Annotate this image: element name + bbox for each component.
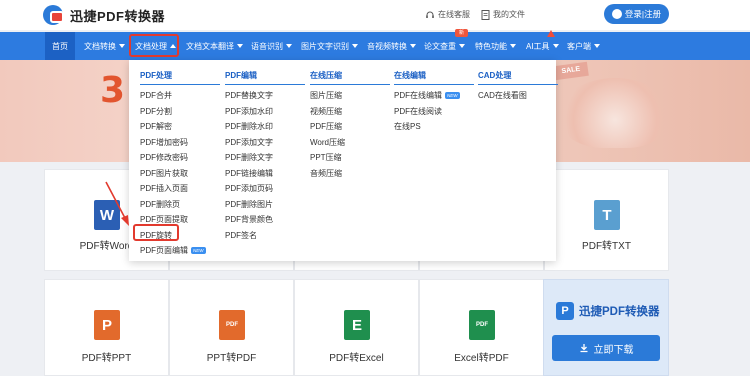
- red-arrow-icon: [105, 181, 129, 226]
